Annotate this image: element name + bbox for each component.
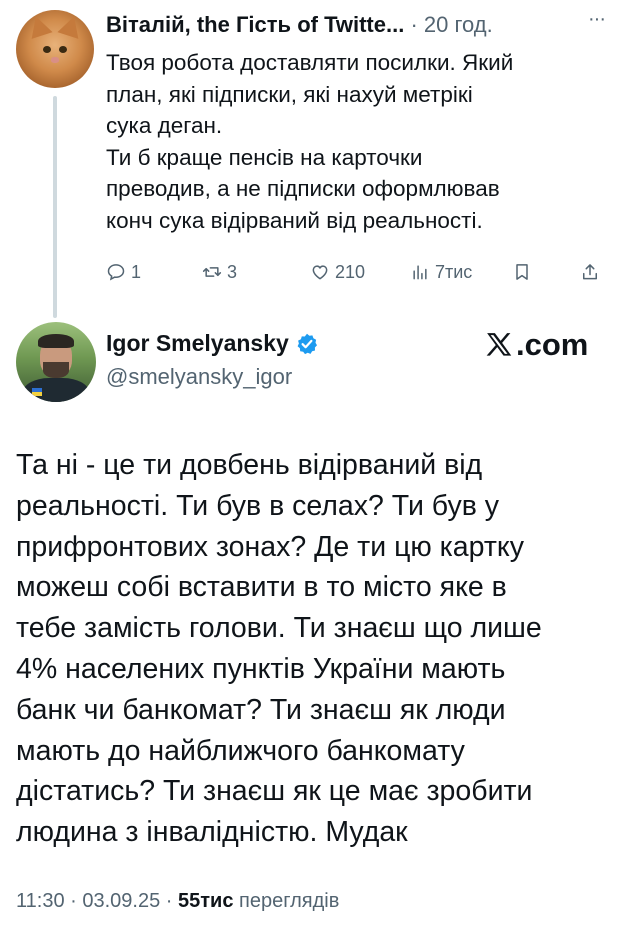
reply-text-line: план, які підписки, які нахуй метрікі bbox=[106, 81, 473, 107]
reply-action-bar: 1 3 210 7тис bbox=[106, 258, 606, 286]
reply-text: Твоя робота доставляти посилки. Який пла… bbox=[106, 47, 606, 236]
reply-count: 1 bbox=[131, 261, 142, 282]
author-name[interactable]: Igor Smelyansky bbox=[106, 330, 289, 357]
reply-timestamp[interactable]: 20 год. bbox=[424, 12, 493, 37]
more-options-icon[interactable]: ··· bbox=[588, 9, 610, 34]
reply-text-line: Ти б краще пенсів на карточки bbox=[106, 144, 423, 170]
tweet-text-line: прифронтових зонах? Де ти цю картку bbox=[16, 530, 524, 563]
tweet-views-count: 55тис bbox=[178, 890, 234, 912]
tweet-time[interactable]: 11:30 bbox=[16, 890, 65, 912]
reply-author-name[interactable]: Віталій, the Гість of Twitte... bbox=[106, 12, 404, 37]
repost-button[interactable]: 3 bbox=[202, 258, 237, 286]
reply-button[interactable]: 1 bbox=[106, 258, 141, 286]
tweet-text-line: можеш собі вставити в то місто яке в bbox=[16, 571, 507, 604]
like-button[interactable]: 210 bbox=[310, 258, 365, 286]
x-watermark: .com bbox=[484, 327, 588, 363]
share-button[interactable] bbox=[580, 258, 605, 286]
analytics-icon bbox=[413, 265, 427, 280]
tweet-text-line: тебе замість голови. Ти знаєш що лише bbox=[16, 612, 542, 645]
tweet-text-line: Та ні - це ти довбень відірваний від bbox=[16, 449, 483, 481]
comment-icon bbox=[107, 264, 125, 281]
tweet-text-line: 4% населених пунктів України мають bbox=[16, 652, 506, 685]
thread-line bbox=[53, 96, 57, 318]
reply-text-line: сука деган. bbox=[106, 113, 223, 138]
reply-text-line: преводив, а не підписки оформлював bbox=[106, 176, 500, 201]
reply-text-line: Твоя робота доставляти посилки. Який bbox=[106, 50, 514, 75]
bookmark-icon bbox=[516, 264, 528, 280]
author-name-row[interactable]: Igor Smelyansky bbox=[106, 330, 319, 357]
tweet-text-line: реальності. Ти був в селах? Ти був у bbox=[16, 489, 500, 522]
tweet-text-line: дістатись? Ти знаєш як це має зробити bbox=[16, 775, 533, 808]
reply-tweet[interactable]: Віталій, the Гість of Twitte... · 20 год… bbox=[0, 0, 620, 318]
tweet-views-label: переглядів bbox=[239, 890, 340, 912]
tweet-date[interactable]: 03.09.25 bbox=[82, 890, 160, 912]
bookmark-button[interactable] bbox=[512, 258, 537, 286]
repost-count: 3 bbox=[227, 261, 238, 282]
like-count: 210 bbox=[335, 261, 366, 282]
tweet-footer: 11:30 · 03.09.25 · 55тис переглядів bbox=[16, 890, 340, 912]
tweet-text: Та ні - це ти довбень відірваний від реа… bbox=[16, 445, 606, 853]
tweet-text-line: мають до найближчого банкомату bbox=[16, 734, 465, 767]
repost-icon bbox=[202, 267, 222, 277]
views-button[interactable]: 7тис bbox=[410, 258, 472, 286]
x-watermark-text: .com bbox=[516, 327, 589, 362]
views-count: 7тис bbox=[435, 261, 473, 282]
reply-separator: · bbox=[404, 12, 424, 37]
reply-header: Віталій, the Гість of Twitte... · 20 год… bbox=[106, 12, 606, 42]
share-icon bbox=[583, 264, 597, 280]
x-logo-icon bbox=[486, 333, 512, 356]
author-handle[interactable]: @smelyansky_igor bbox=[106, 364, 292, 390]
tweet-text-line: людина з інвалідністю. Мудак bbox=[16, 816, 408, 849]
tweet-text-line: банк чи банкомат? Ти знаєш як люди bbox=[16, 693, 506, 726]
reply-avatar[interactable] bbox=[16, 10, 94, 88]
verified-badge-icon bbox=[297, 333, 317, 354]
heart-icon bbox=[312, 265, 328, 280]
author-avatar[interactable] bbox=[16, 322, 96, 402]
reply-text-line: конч сука відірваний від реальності. bbox=[106, 207, 483, 233]
